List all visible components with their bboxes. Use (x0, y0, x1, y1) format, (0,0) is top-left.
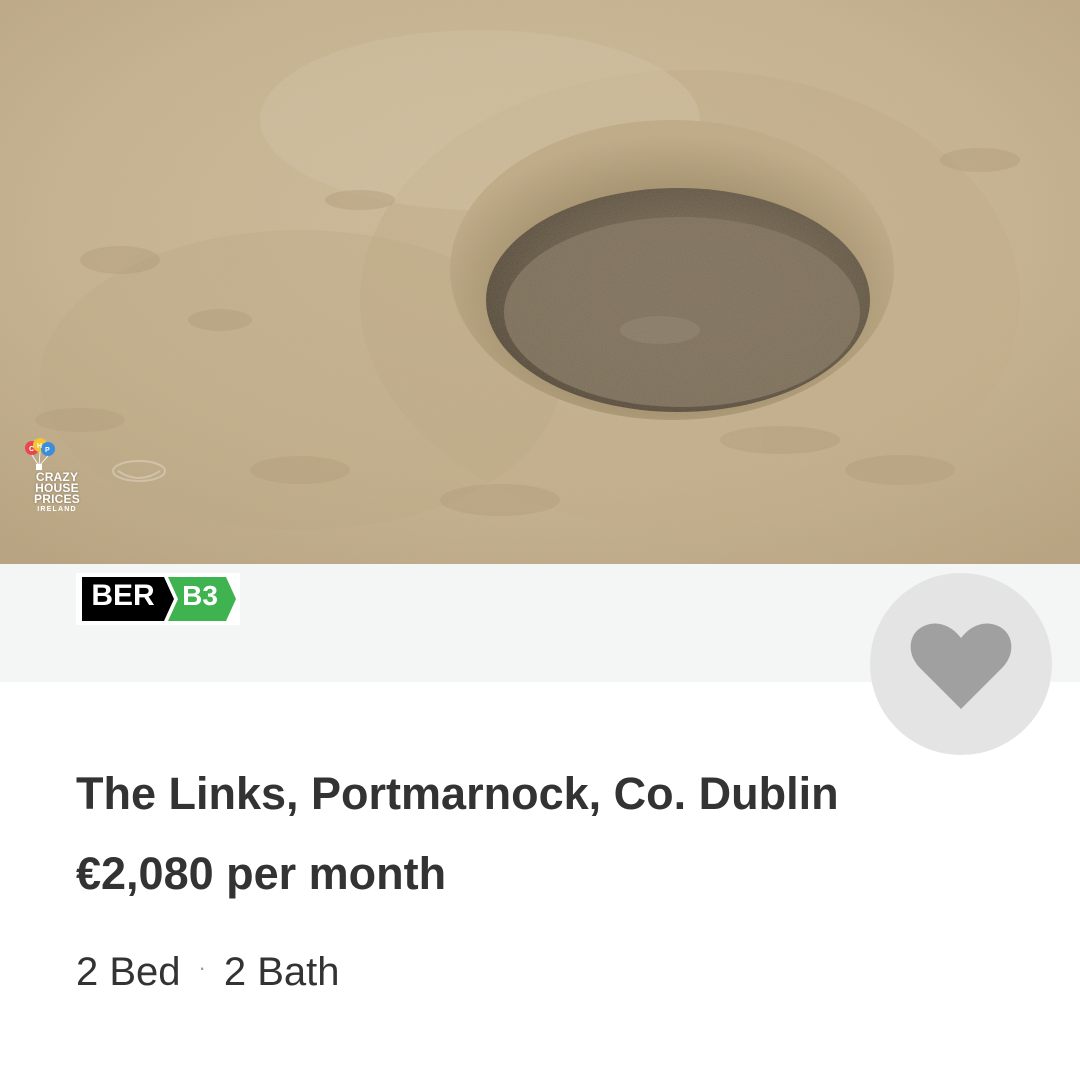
logo-initial-p: P (45, 447, 50, 454)
baths-count: 2 Bath (223, 950, 340, 994)
balloons-icon: C H P (25, 438, 55, 470)
listing-photo[interactable]: C H P CRAZY HOUSE PRICES IRELAND (0, 0, 1080, 564)
ber-label: BER (91, 579, 155, 612)
listing-address[interactable]: The Links, Portmarnock, Co. Dublin (76, 768, 839, 820)
beds-count: 2 Bed (76, 950, 181, 994)
logo-subtitle: IRELAND (37, 506, 77, 513)
listing-card[interactable]: C H P CRAZY HOUSE PRICES IRELAND BER B3 … (0, 0, 1080, 1080)
ber-rating: B3 (182, 580, 218, 611)
crazy-house-prices-logo: C H P CRAZY HOUSE PRICES IRELAND (22, 438, 92, 538)
logo-text: CRAZY HOUSE PRICES (34, 470, 80, 506)
heart-icon (910, 623, 1012, 709)
feature-separator: · (198, 955, 206, 981)
favourite-button[interactable] (870, 573, 1052, 755)
logo-initial-c: C (29, 446, 34, 453)
listing-price: €2,080 per month (76, 848, 447, 899)
listing-features: 2 Bed · 2 Bath (76, 950, 340, 995)
logo-initial-h: H (37, 443, 42, 450)
rte-watermark-icon (112, 460, 166, 482)
